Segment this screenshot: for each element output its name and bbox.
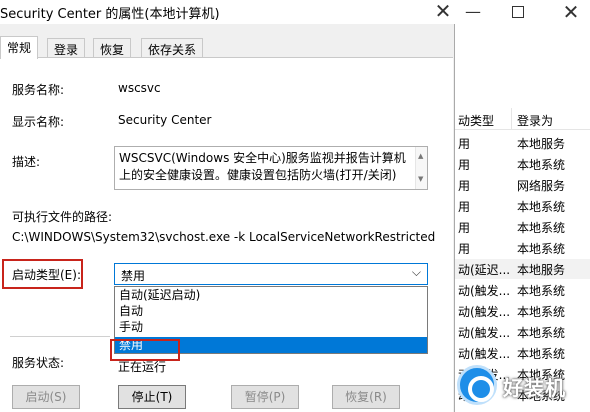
divider xyxy=(10,336,110,337)
logon-cell: 本地系统 xyxy=(517,221,566,235)
dialog-close-button[interactable]: ✕ xyxy=(432,0,454,22)
logon-cell: 网络服务 xyxy=(517,179,566,193)
column-divider[interactable] xyxy=(511,108,512,130)
logon-cell: 本地系统 xyxy=(517,200,566,214)
general-tab-panel: 服务名称: wscsvc 显示名称: Security Center 描述: W… xyxy=(0,57,453,412)
table-row[interactable]: 动(延迟... 本地服务 xyxy=(455,259,590,279)
tab-bar: 常规 登录 恢复 依存关系 xyxy=(0,36,455,59)
column-startup-type[interactable]: 动类型 xyxy=(458,112,494,129)
startup-cell: 动(延迟... xyxy=(458,263,511,277)
startup-cell: 动(触发... xyxy=(458,305,511,319)
startup-cell: 用 xyxy=(458,242,471,256)
display-name-value: Security Center xyxy=(118,113,212,127)
watermark-logo-icon xyxy=(457,365,497,405)
exe-path-value: C:\WINDOWS\System32\svchost.exe -k Local… xyxy=(12,230,436,244)
table-row[interactable]: 动(触发... 本地系统 xyxy=(455,322,590,342)
chevron-down-icon[interactable]: ⌵ xyxy=(412,265,421,280)
table-row[interactable]: 动(触发... 本地系统 xyxy=(455,280,590,300)
service-name-value: wscsvc xyxy=(118,81,161,95)
table-row[interactable]: 用 本地系统 xyxy=(455,196,590,216)
option-automatic[interactable]: 自动 xyxy=(115,303,427,319)
pause-button[interactable]: 暂停(P) xyxy=(231,385,299,409)
highlight-box xyxy=(110,339,180,361)
service-name-label: 服务名称: xyxy=(12,83,65,97)
tab-general[interactable]: 常规 xyxy=(0,36,39,59)
startup-cell: 动(触发... xyxy=(458,284,511,298)
logon-cell: 本地服务 xyxy=(517,263,566,277)
startup-type-label: 启动类型(E): xyxy=(12,268,81,282)
startup-cell: 用 xyxy=(458,158,471,172)
startup-type-select[interactable]: 禁用 ⌵ xyxy=(114,263,428,285)
start-button[interactable]: 启动(S) xyxy=(12,385,80,409)
service-status-label: 服务状态: xyxy=(12,356,65,370)
tab-log-on[interactable]: 登录 xyxy=(47,38,86,58)
properties-dialog: Security Center 的属性(本地计算机) ✕ 常规 登录 恢复 依存… xyxy=(0,0,455,412)
description-label: 描述: xyxy=(12,155,41,169)
column-log-on-as[interactable]: 登录为 xyxy=(517,112,553,129)
startup-cell: 用 xyxy=(458,179,471,193)
tab-dependencies[interactable]: 依存关系 xyxy=(141,38,204,58)
watermark-text: 好装机 xyxy=(503,376,566,400)
tab-recovery[interactable]: 恢复 xyxy=(93,38,132,58)
table-row[interactable]: 用 本地系统 xyxy=(455,154,590,174)
display-name-label: 显示名称: xyxy=(12,115,65,129)
startup-cell: 用 xyxy=(458,221,471,235)
minimize-button[interactable]: — xyxy=(462,2,484,22)
watermark: 好装机 xyxy=(455,360,590,410)
description-textbox[interactable]: WSCSVC(Windows 安全中心)服务监视并报告计算机 上的安全健康设置。… xyxy=(114,146,428,190)
startup-type-selected-value: 禁用 xyxy=(121,269,146,283)
dialog-title: Security Center 的属性(本地计算机) xyxy=(0,7,220,22)
option-automatic-delayed[interactable]: 自动(延迟启动) xyxy=(115,287,427,303)
stop-button[interactable]: 停止(T) xyxy=(118,385,186,409)
option-manual[interactable]: 手动 xyxy=(115,319,427,335)
services-window-controls: — ✕ xyxy=(440,0,590,24)
scroll-down-icon[interactable]: ▼ xyxy=(418,171,423,188)
logon-cell: 本地服务 xyxy=(517,137,566,151)
table-row[interactable]: 用 本地系统 xyxy=(455,238,590,258)
logon-cell: 本地系统 xyxy=(517,242,566,256)
table-row[interactable]: 动(触发... 本地系统 xyxy=(455,301,590,321)
startup-cell: 用 xyxy=(458,137,471,151)
maximize-button[interactable] xyxy=(512,6,524,18)
table-row[interactable]: 用 网络服务 xyxy=(455,175,590,195)
close-button[interactable]: ✕ xyxy=(560,2,582,22)
services-table-header: 动类型 登录为 xyxy=(455,108,590,130)
scroll-up-icon[interactable]: ▲ xyxy=(418,148,423,165)
startup-cell: 动(触发... xyxy=(458,326,511,340)
exe-path-label: 可执行文件的路径: xyxy=(12,210,113,224)
resume-button[interactable]: 恢复(R) xyxy=(332,385,400,409)
logon-cell: 本地系统 xyxy=(517,326,566,340)
table-row[interactable]: 用 本地系统 xyxy=(455,217,590,237)
description-line: WSCSVC(Windows 安全中心)服务监视并报告计算机 xyxy=(119,151,406,165)
description-scrollbar[interactable]: ▲ ▼ xyxy=(415,147,427,189)
startup-cell: 用 xyxy=(458,200,471,214)
dialog-titlebar[interactable]: Security Center 的属性(本地计算机) ✕ xyxy=(0,0,455,24)
description-line: 上的安全健康设置。健康设置包括防火墙(打开/关闭) xyxy=(119,168,397,182)
logon-cell: 本地系统 xyxy=(517,305,566,319)
logon-cell: 本地系统 xyxy=(517,284,566,298)
table-row[interactable]: 用 本地服务 xyxy=(455,133,590,153)
logon-cell: 本地系统 xyxy=(517,158,566,172)
